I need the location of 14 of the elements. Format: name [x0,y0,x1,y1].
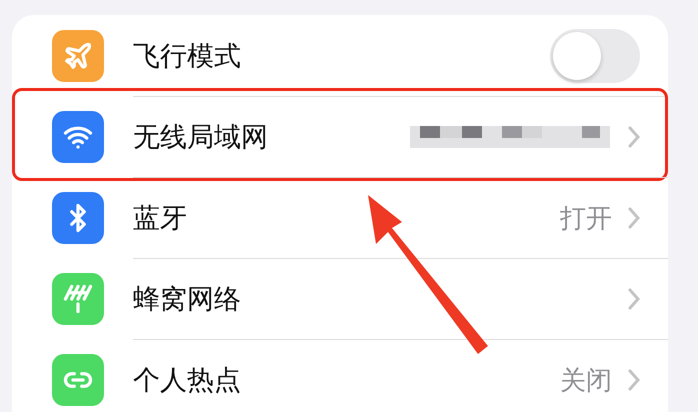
chevron-icon [628,288,640,310]
row-label: 个人热点 [133,364,242,398]
chevron-icon [628,369,640,391]
settings-row[interactable]: 无线局域网 [12,96,668,177]
chevron-icon [628,207,640,229]
chevron-icon [628,126,640,148]
settings-row[interactable]: 个人热点 关闭 [12,339,668,412]
row-label: 蓝牙 [133,202,188,236]
row-value: 关闭 [560,364,612,398]
row-value: 打开 [560,202,612,236]
row-label: 蜂窝网络 [133,283,242,317]
row-label: 飞行模式 [133,40,242,74]
row-label: 无线局域网 [133,121,269,155]
settings-row[interactable]: 飞行模式 [12,15,668,96]
